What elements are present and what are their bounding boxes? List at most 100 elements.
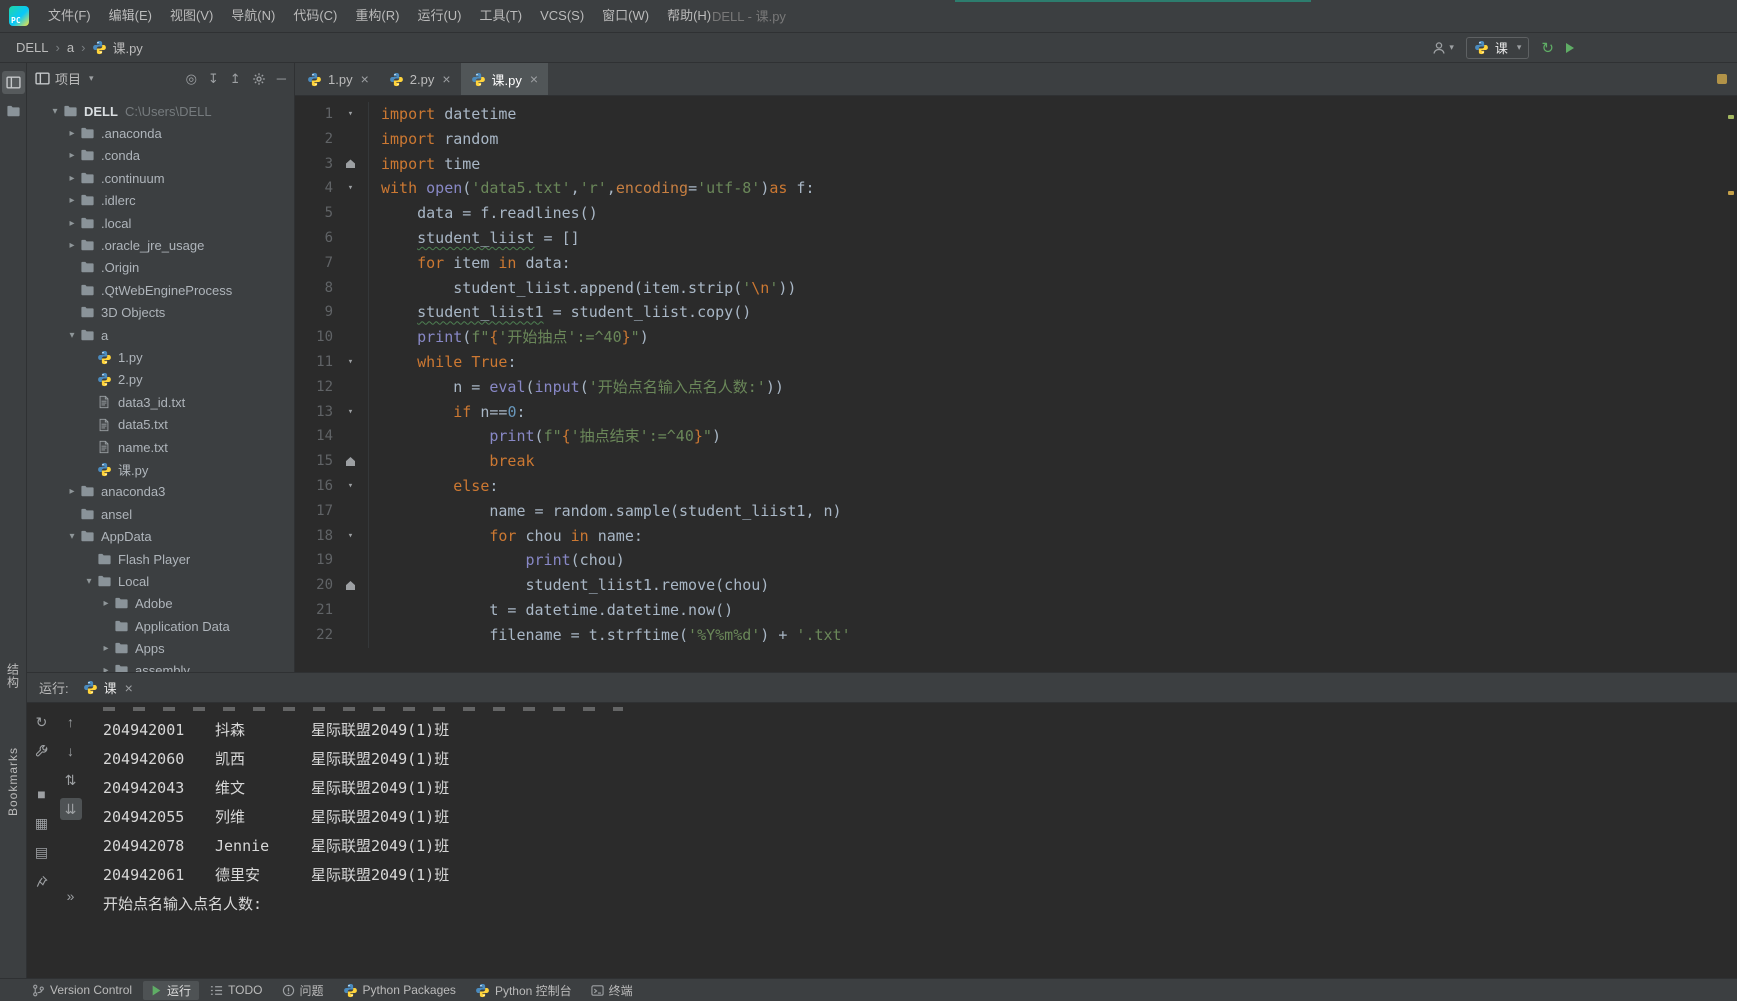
rerun-button[interactable]: ↻ bbox=[31, 711, 53, 733]
chevron-collapsed-icon[interactable]: ▸ bbox=[64, 240, 80, 251]
collapse-all-button[interactable]: ↥ bbox=[230, 71, 241, 87]
target-button[interactable]: ◎ bbox=[186, 71, 197, 87]
wrench-button[interactable] bbox=[31, 740, 53, 762]
tree-item-data3_id.txt[interactable]: data3_id.txt bbox=[27, 391, 294, 413]
layout-button[interactable]: ▦ bbox=[31, 812, 53, 834]
fold-collapse-icon[interactable]: ▾ bbox=[333, 102, 369, 127]
close-icon[interactable]: × bbox=[125, 681, 133, 695]
rerun-button[interactable]: ↻ bbox=[1541, 39, 1554, 57]
tree-item-.conda[interactable]: ▸ .conda bbox=[27, 145, 294, 167]
menu-窗口(W)[interactable]: 窗口(W) bbox=[593, 0, 658, 32]
print-button[interactable]: ▤ bbox=[31, 841, 53, 863]
tree-item-name.txt[interactable]: name.txt bbox=[27, 436, 294, 458]
tree-item-.Origin[interactable]: .Origin bbox=[27, 257, 294, 279]
chevron-collapsed-icon[interactable]: ▸ bbox=[64, 128, 80, 139]
breadcrumb-item[interactable]: a bbox=[67, 40, 74, 55]
stop-button[interactable]: ■ bbox=[31, 783, 53, 805]
chevron-expanded-icon[interactable]: ▾ bbox=[64, 330, 80, 341]
chevron-collapsed-icon[interactable]: ▸ bbox=[64, 173, 80, 184]
tree-item-Local[interactable]: ▾ Local bbox=[27, 570, 294, 592]
expand-all-button[interactable]: ↧ bbox=[208, 71, 219, 87]
tool-stripe-Bookmarks[interactable]: Bookmarks bbox=[6, 747, 20, 816]
error-stripe-mark[interactable] bbox=[1728, 115, 1734, 119]
tree-item-AppData[interactable]: ▾ AppData bbox=[27, 525, 294, 547]
tree-item-Flash Player[interactable]: Flash Player bbox=[27, 548, 294, 570]
chevron-expanded-icon[interactable]: ▾ bbox=[81, 576, 97, 587]
tree-item-data5.txt[interactable]: data5.txt bbox=[27, 413, 294, 435]
tree-item-.continuum[interactable]: ▸ .continuum bbox=[27, 167, 294, 189]
fold-end-icon[interactable] bbox=[333, 449, 369, 474]
console-input-prompt[interactable]: 开始点名输入点名人数: bbox=[103, 890, 1737, 919]
close-icon[interactable]: × bbox=[530, 72, 538, 86]
tree-item-.QtWebEngineProcess[interactable]: .QtWebEngineProcess bbox=[27, 279, 294, 301]
settings-button[interactable] bbox=[252, 72, 266, 86]
chevron-expanded-icon[interactable]: ▾ bbox=[47, 106, 63, 117]
user-menu-button[interactable]: ▾ bbox=[1432, 41, 1454, 55]
breadcrumb-item[interactable]: 课.py bbox=[112, 38, 142, 57]
editor-scrollbar[interactable] bbox=[1725, 63, 1737, 672]
toolwindow-Python 控制台[interactable]: Python 控制台 bbox=[467, 981, 580, 1000]
chevron-expanded-icon[interactable]: ▾ bbox=[64, 531, 80, 542]
tab-1.py[interactable]: 1.py × bbox=[297, 63, 379, 95]
menu-编辑(E)[interactable]: 编辑(E) bbox=[100, 0, 161, 32]
chevron-collapsed-icon[interactable]: ▸ bbox=[64, 486, 80, 497]
tool-stripe-结构[interactable]: 结构 bbox=[5, 663, 22, 689]
close-icon[interactable]: × bbox=[442, 72, 450, 86]
tree-item-Adobe[interactable]: ▸ Adobe bbox=[27, 593, 294, 615]
chevron-collapsed-icon[interactable]: ▸ bbox=[98, 643, 114, 654]
chevron-collapsed-icon[interactable]: ▸ bbox=[64, 218, 80, 229]
tree-item-DELL[interactable]: ▾ DELL C:\Users\DELL bbox=[27, 100, 294, 122]
fold-end-icon[interactable] bbox=[333, 573, 369, 598]
toolwindow-Version Control[interactable]: Version Control bbox=[24, 981, 140, 1000]
tab-2.py[interactable]: 2.py × bbox=[379, 63, 461, 95]
breadcrumb-item[interactable]: DELL bbox=[16, 40, 49, 55]
up-button[interactable]: ↑ bbox=[60, 711, 82, 733]
toolwindow-运行[interactable]: 运行 bbox=[143, 980, 200, 1000]
console-output[interactable]: 204942001 抖森 星际联盟2049(1)班 204942060 凯西 星际联盟20… bbox=[85, 703, 1737, 978]
fold-collapse-icon[interactable]: ▾ bbox=[333, 399, 369, 425]
toolwindow-问题[interactable]: 问题 bbox=[274, 981, 332, 1000]
swap-button[interactable]: ⇅ bbox=[60, 769, 82, 791]
tree-item-课.py[interactable]: 课.py bbox=[27, 458, 294, 480]
menu-代码(C)[interactable]: 代码(C) bbox=[284, 0, 346, 32]
more-button[interactable]: » bbox=[60, 885, 82, 907]
toolwindow-Python Packages[interactable]: Python Packages bbox=[335, 981, 464, 1000]
hide-button[interactable]: ─ bbox=[277, 71, 286, 86]
run-button[interactable] bbox=[1566, 42, 1577, 53]
tree-item-anaconda3[interactable]: ▸ anaconda3 bbox=[27, 481, 294, 503]
fold-collapse-icon[interactable]: ▾ bbox=[333, 349, 369, 375]
close-icon[interactable]: × bbox=[361, 72, 369, 86]
project-tool-button[interactable] bbox=[1, 71, 25, 94]
chevron-collapsed-icon[interactable]: ▸ bbox=[64, 195, 80, 206]
menu-文件(F)[interactable]: 文件(F) bbox=[39, 0, 100, 32]
tree-item-.local[interactable]: ▸ .local bbox=[27, 212, 294, 234]
folder-tool-button[interactable] bbox=[2, 100, 25, 123]
toolwindow-终端[interactable]: 终端 bbox=[583, 981, 641, 1000]
menu-VCS(S)[interactable]: VCS(S) bbox=[531, 0, 593, 32]
tree-item-3D Objects[interactable]: 3D Objects bbox=[27, 302, 294, 324]
chevron-down-icon[interactable]: ▾ bbox=[89, 73, 94, 84]
menu-视图(V)[interactable]: 视图(V) bbox=[161, 0, 222, 32]
pin-button[interactable] bbox=[31, 870, 53, 892]
fold-collapse-icon[interactable]: ▾ bbox=[333, 473, 369, 499]
error-stripe-mark[interactable] bbox=[1728, 191, 1734, 195]
fold-collapse-icon[interactable]: ▾ bbox=[333, 176, 369, 202]
tree-item-assembly[interactable]: ▸ assembly bbox=[27, 660, 294, 672]
scroll-end-button[interactable]: ⇊ bbox=[59, 798, 82, 820]
tree-item-Apps[interactable]: ▸ Apps bbox=[27, 637, 294, 659]
tree-item-ansel[interactable]: ansel bbox=[27, 503, 294, 525]
chevron-collapsed-icon[interactable]: ▸ bbox=[98, 598, 114, 609]
down-button[interactable]: ↓ bbox=[60, 740, 82, 762]
editor[interactable]: 1 ▾ import datetime 2 import random 3 import t… bbox=[295, 96, 1737, 672]
chevron-collapsed-icon[interactable]: ▸ bbox=[64, 150, 80, 161]
menu-运行(U)[interactable]: 运行(U) bbox=[408, 0, 470, 32]
tab-课.py[interactable]: 课.py × bbox=[460, 63, 549, 95]
tree-item-.oracle_jre_usage[interactable]: ▸ .oracle_jre_usage bbox=[27, 234, 294, 256]
fold-end-icon[interactable] bbox=[333, 151, 369, 177]
run-config-selector[interactable]: 课 ▾ bbox=[1465, 36, 1530, 59]
toolwindow-TODO[interactable]: TODO bbox=[202, 981, 270, 1000]
tree-item-.idlerc[interactable]: ▸ .idlerc bbox=[27, 190, 294, 212]
menu-帮助(H)[interactable]: 帮助(H) bbox=[658, 0, 720, 32]
menu-工具(T)[interactable]: 工具(T) bbox=[470, 0, 531, 32]
menu-重构(R)[interactable]: 重构(R) bbox=[346, 0, 408, 32]
